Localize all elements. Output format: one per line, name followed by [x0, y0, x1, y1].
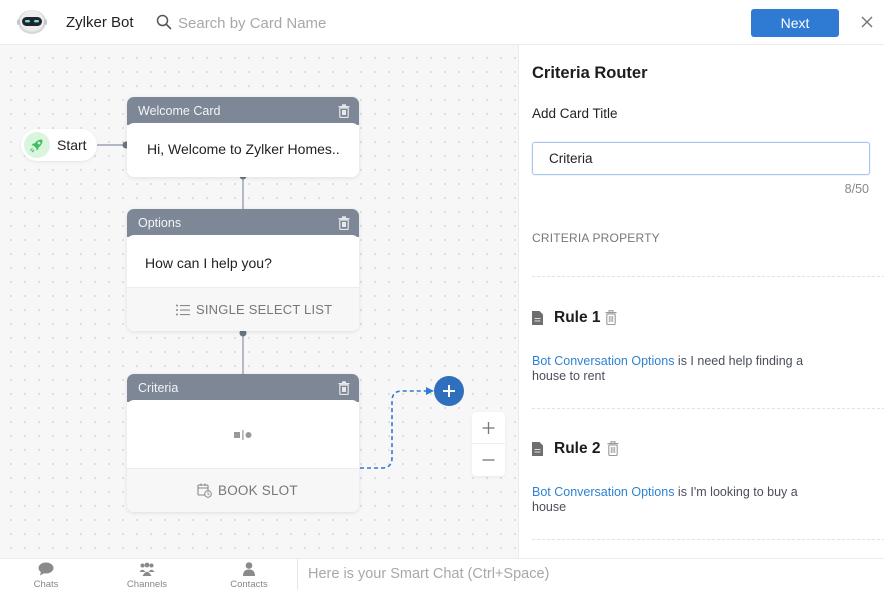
trash-icon[interactable]	[338, 381, 350, 395]
nav-label: Contacts	[230, 579, 268, 590]
rule-property-link[interactable]: Bot Conversation Options	[532, 485, 674, 499]
add-card-button[interactable]	[434, 376, 464, 406]
card-title: Criteria	[138, 381, 179, 395]
trash-icon[interactable]	[338, 216, 350, 230]
card-title-input[interactable]	[532, 142, 870, 175]
smart-chat-input[interactable]	[308, 563, 868, 585]
rule-header: Rule 2	[532, 440, 872, 460]
search-icon	[156, 14, 172, 30]
zoom-out-button[interactable]	[472, 444, 505, 476]
card-header: Welcome Card	[127, 97, 359, 125]
divider	[532, 408, 884, 409]
card-body	[127, 400, 359, 468]
nav-channels[interactable]: Channels	[107, 559, 187, 590]
search-input[interactable]	[178, 11, 438, 35]
criteria-router-icon	[234, 430, 252, 440]
calendar-clock-icon	[197, 483, 212, 498]
criteria-card[interactable]: Criteria BOOK SLOT	[127, 374, 359, 512]
document-icon	[532, 311, 543, 325]
welcome-card[interactable]: Welcome Card Hi, Welcome to Zylker Homes…	[127, 97, 359, 177]
flow-canvas[interactable]: Start Welcome Card Hi, Welcome to Zylker…	[0, 45, 518, 558]
card-body: Hi, Welcome to Zylker Homes..	[127, 123, 359, 177]
card-message: Hi, Welcome to Zylker Homes..	[147, 141, 340, 157]
trash-icon[interactable]	[605, 310, 617, 325]
panel-title: Criteria Router	[532, 64, 648, 82]
card-title-label: Add Card Title	[532, 106, 618, 121]
zoom-controls	[472, 412, 505, 476]
start-node[interactable]: Start	[21, 129, 97, 161]
card-title: Options	[138, 216, 182, 230]
nav-chats[interactable]: Chats	[6, 559, 86, 590]
nav-contacts[interactable]: Contacts	[209, 559, 289, 590]
card-header: Options	[127, 209, 359, 237]
robot-icon	[16, 10, 48, 34]
nav-label: Chats	[33, 579, 59, 590]
dashed-connector	[360, 390, 428, 469]
zoom-in-icon	[482, 422, 495, 434]
trash-icon[interactable]	[338, 104, 350, 118]
criteria-property-label: CRITERIA PROPERTY	[532, 231, 660, 245]
card-footer: BOOK SLOT	[127, 468, 359, 512]
person-icon	[243, 562, 255, 576]
bot-name: Zylker Bot	[66, 14, 134, 31]
nav-label: Channels	[126, 579, 168, 590]
rule-condition: Bot Conversation Options is I'm looking …	[532, 485, 832, 515]
options-card[interactable]: Options How can I help you? SINGLE SELEC…	[127, 209, 359, 331]
card-footer: SINGLE SELECT LIST	[127, 287, 359, 331]
divider	[532, 276, 884, 277]
zoom-out-icon	[482, 459, 495, 461]
properties-panel: Criteria Router Add Card Title 8/50 CRIT…	[518, 45, 884, 558]
group-icon	[139, 562, 155, 576]
next-button[interactable]: Next	[751, 9, 839, 37]
start-label: Start	[57, 137, 87, 153]
card-body: How can I help you?	[127, 235, 359, 287]
card-type-label: SINGLE SELECT LIST	[196, 302, 333, 317]
document-icon	[532, 442, 543, 456]
zoom-in-button[interactable]	[472, 412, 505, 444]
card-type-label: BOOK SLOT	[218, 483, 298, 498]
card-title: Welcome Card	[138, 104, 221, 118]
plus-icon	[443, 385, 455, 397]
close-icon[interactable]	[858, 13, 876, 31]
card-message: How can I help you?	[145, 255, 272, 271]
app-header: Zylker Bot Next	[0, 0, 884, 45]
arrow-head-icon	[426, 387, 434, 395]
list-icon	[176, 304, 190, 316]
char-count: 8/50	[844, 182, 869, 196]
smart-chat	[297, 559, 884, 590]
card-header: Criteria	[127, 374, 359, 402]
rule-property-link[interactable]: Bot Conversation Options	[532, 354, 674, 368]
rule-header: Rule 1	[532, 309, 872, 329]
bottom-bar: Chats Channels Contacts	[0, 558, 884, 590]
divider	[532, 539, 884, 540]
rule-name: Rule 2	[554, 440, 601, 457]
rocket-icon	[24, 132, 50, 158]
trash-icon[interactable]	[607, 441, 619, 456]
rule-name: Rule 1	[554, 309, 601, 326]
chat-bubble-icon	[38, 562, 54, 576]
rule-condition: Bot Conversation Options is I need help …	[532, 354, 832, 384]
